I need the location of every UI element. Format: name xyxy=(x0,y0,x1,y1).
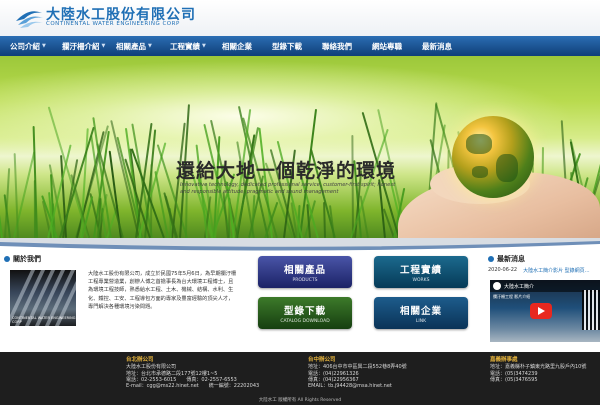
about-text: 大陸水工股份有限公司，成立於民國75年5月6日，為早期攔汙柵工程專業營造業，創辦… xyxy=(88,271,237,310)
video-title[interactable]: 大陸水工簡介 xyxy=(504,283,534,290)
nav-item-catalog[interactable]: 型錄下載 xyxy=(272,36,322,56)
products-button[interactable]: 相關產品 PRODUCTS xyxy=(258,256,352,288)
site-header: 大陸水工股份有限公司 CONTINENTAL WATER ENGINEERING… xyxy=(0,0,600,36)
company-logo-icon[interactable] xyxy=(14,5,44,29)
nav-item-products[interactable]: 相關產品 ▼ xyxy=(116,36,170,56)
news-date: 2020-06-22 xyxy=(488,267,518,273)
channel-avatar-icon xyxy=(493,282,501,290)
site-footer: 台北辦公司 大陸水工股份有限公司 地址：台北市承德路二段177號12樓1~5 電… xyxy=(0,352,600,405)
main-navigation: 公司介紹 ▼ 攔汙柵介紹 ▼ 相關產品 ▼ 工程實績 ▼ 相關企業 型錄下載 聯絡我們 … xyxy=(0,36,600,56)
chevron-down-icon: ▼ xyxy=(148,43,152,49)
news-title: 最新消息 xyxy=(497,255,525,263)
hero-banner: 還給大地一個乾淨的環境 Innovative technology, dedic… xyxy=(0,56,600,238)
footer-taipei: 台北辦公司 大陸水工股份有限公司 地址：台北市承德路二段177號12樓1~5 電… xyxy=(126,357,260,390)
footer-chiayi: 嘉義辦事處 地址：嘉義縣朴子鎮東光路里九股戶內10號 電話：(05)347423… xyxy=(490,357,587,383)
news-item[interactable]: 2020-06-22 大陸水工簡介影片 型錄網頁… xyxy=(488,267,600,274)
about-photo-caption: CONTINENTAL WATER ENGINEERING CORP xyxy=(12,316,76,324)
video-caption: 攔汙柵工程 影片介紹 xyxy=(493,294,531,299)
chevron-down-icon: ▼ xyxy=(42,43,46,49)
play-icon[interactable] xyxy=(530,303,552,319)
nav-item-about[interactable]: 公司介紹 ▼ xyxy=(10,36,62,56)
related-link-button[interactable]: 相關企業 LINK xyxy=(374,297,468,329)
bullet-icon xyxy=(488,256,494,262)
hero-title: 還給大地一個乾淨的環境 xyxy=(176,160,397,182)
news-link[interactable]: 大陸水工簡介影片 型錄網頁… xyxy=(523,267,590,274)
news-header: 最新消息 xyxy=(488,254,525,264)
works-button[interactable]: 工程實績 WORKS xyxy=(374,256,468,288)
about-title: 關於我們 xyxy=(13,255,41,263)
nav-item-news[interactable]: 最新消息 xyxy=(422,36,472,56)
grass-blade xyxy=(33,179,37,238)
wave-divider xyxy=(0,238,600,251)
hero-subtitle: Innovative technology, dedicated profess… xyxy=(180,182,396,195)
chevron-down-icon: ▼ xyxy=(202,43,206,49)
footer-taichung: 台中辦公司 地址：406台中市中區興二段552巷8弄40號 電話：(04)229… xyxy=(308,357,407,390)
nav-item-website[interactable]: 網站專職 xyxy=(372,36,422,56)
bullet-icon xyxy=(4,256,10,262)
nav-item-trash-rack[interactable]: 攔汙柵介紹 ▼ xyxy=(62,36,116,56)
chevron-down-icon: ▼ xyxy=(101,43,106,49)
nav-item-related[interactable]: 相關企業 xyxy=(222,36,272,56)
company-name-english: CONTINENTAL WATER ENGINEERING CORP xyxy=(46,21,180,27)
globe-image xyxy=(452,116,534,198)
nav-item-contact[interactable]: 聯絡我們 xyxy=(322,36,372,56)
copyright: 大陸水工 版權所有 All Rights Reserved xyxy=(258,398,342,403)
catalog-download-button[interactable]: 型錄下載 CATALOG DOWNLOAD xyxy=(258,297,352,329)
about-header: 關於我們 xyxy=(4,254,41,264)
qr-code-icon xyxy=(582,290,600,330)
grass-blade xyxy=(0,173,4,238)
nav-item-works[interactable]: 工程實績 ▼ xyxy=(170,36,222,56)
about-photo[interactable]: CONTINENTAL WATER ENGINEERING CORP xyxy=(10,270,76,326)
